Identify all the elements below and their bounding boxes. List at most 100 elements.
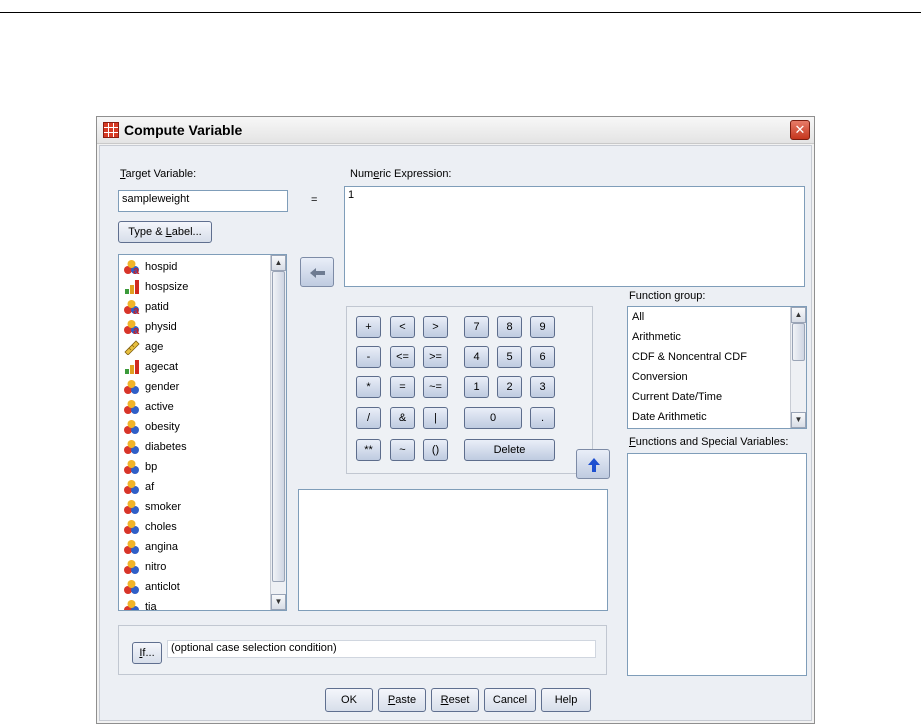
function-group-item[interactable]: Current Date/Time <box>632 391 722 403</box>
variable-list[interactable]: a hospid hospsize a patid a physid age agecat gen… <box>118 254 287 611</box>
numeric-expression-label: Numeric Expression: <box>350 168 452 180</box>
nominal-icon <box>123 379 141 395</box>
variable-item[interactable]: af <box>123 477 154 497</box>
title-bar: Compute Variable ✕ <box>97 117 814 144</box>
variable-item[interactable]: a hospid <box>123 257 177 277</box>
keypad-key[interactable]: < <box>390 316 415 338</box>
function-group-label: Function group: <box>629 290 706 302</box>
variable-item[interactable]: smoker <box>123 497 181 517</box>
variable-item[interactable]: agecat <box>123 357 178 377</box>
function-group-scrollbar[interactable]: ▲ ▼ <box>790 307 806 428</box>
nominal-string-icon: a <box>123 319 141 337</box>
keypad-key[interactable]: ** <box>356 439 381 461</box>
variable-item[interactable]: tia <box>123 597 157 610</box>
if-condition-text: (optional case selection condition) <box>167 640 596 658</box>
help-button[interactable]: Help <box>541 688 591 712</box>
if-button[interactable]: If... <box>132 642 162 664</box>
variable-name: agecat <box>145 361 179 373</box>
variable-item[interactable]: choles <box>123 517 177 537</box>
nominal-icon <box>123 499 141 515</box>
keypad-key[interactable]: 6 <box>530 346 555 368</box>
keypad-key[interactable]: | <box>423 407 448 429</box>
keypad-key[interactable]: ~= <box>423 376 448 398</box>
numeric-expression-input[interactable]: 1 <box>344 186 805 287</box>
nominal-icon <box>123 479 141 495</box>
keypad-key[interactable]: + <box>356 316 381 338</box>
variable-item[interactable]: a patid <box>123 297 169 317</box>
variable-item[interactable]: gender <box>123 377 179 397</box>
keypad-key[interactable]: 2 <box>497 376 522 398</box>
reset-button[interactable]: Reset <box>431 688 479 712</box>
insert-function-button[interactable] <box>576 449 610 479</box>
keypad-key[interactable]: > <box>423 316 448 338</box>
variable-item[interactable]: obesity <box>123 417 180 437</box>
variable-item[interactable]: a physid <box>123 317 177 337</box>
variable-name: hospsize <box>145 281 189 293</box>
function-group-item[interactable]: All <box>632 311 644 323</box>
variable-list-scrollbar[interactable]: ▲ ▼ <box>270 255 286 610</box>
keypad-key[interactable]: >= <box>423 346 448 368</box>
keypad-key[interactable]: 8 <box>497 316 522 338</box>
variable-name: hospid <box>145 261 178 273</box>
nominal-icon <box>123 559 141 575</box>
keypad-key[interactable]: * <box>356 376 381 398</box>
variable-item[interactable]: active <box>123 397 174 417</box>
nominal-icon <box>123 579 141 595</box>
dialog-body: Target Variable: sampleweight = Type & L… <box>99 145 812 721</box>
close-button[interactable]: ✕ <box>790 120 810 140</box>
variable-item[interactable]: diabetes <box>123 437 187 457</box>
variable-item[interactable]: angina <box>123 537 178 557</box>
equals-sign: = <box>311 194 318 206</box>
type-label-button[interactable]: Type & Label... <box>118 221 212 243</box>
function-group-item[interactable]: Conversion <box>632 371 688 383</box>
variable-name: gender <box>145 381 180 393</box>
variable-item[interactable]: anticlot <box>123 577 180 597</box>
scroll-thumb[interactable] <box>272 271 285 582</box>
nominal-string-icon: a <box>123 259 141 277</box>
scroll-up-arrow-icon[interactable]: ▲ <box>791 307 806 323</box>
variable-item[interactable]: hospsize <box>123 277 188 297</box>
function-group-item[interactable]: Arithmetic <box>632 331 681 343</box>
keypad-key[interactable]: 1 <box>464 376 489 398</box>
move-to-expression-button[interactable] <box>300 257 334 287</box>
variable-item[interactable]: bp <box>123 457 157 477</box>
keypad-key[interactable]: 7 <box>464 316 489 338</box>
scroll-up-arrow-icon[interactable]: ▲ <box>271 255 286 271</box>
ordinal-icon <box>123 279 141 295</box>
scroll-down-arrow-icon[interactable]: ▼ <box>791 412 806 428</box>
keypad-key[interactable]: 9 <box>530 316 555 338</box>
keypad-key[interactable]: 0 <box>464 407 522 429</box>
keypad-key[interactable]: () <box>423 439 448 461</box>
function-group-item[interactable]: Date Arithmetic <box>632 411 707 423</box>
keypad-key[interactable]: 3 <box>530 376 555 398</box>
keypad-key[interactable]: . <box>530 407 555 429</box>
nominal-string-icon: a <box>123 299 141 317</box>
keypad-key[interactable]: = <box>390 376 415 398</box>
variable-item[interactable]: age <box>123 337 163 357</box>
keypad-key[interactable]: <= <box>390 346 415 368</box>
keypad-key[interactable]: / <box>356 407 381 429</box>
target-variable-input[interactable]: sampleweight <box>118 190 288 212</box>
variable-item[interactable]: nitro <box>123 557 166 577</box>
keypad-key[interactable]: 5 <box>497 346 522 368</box>
nominal-icon <box>123 599 141 610</box>
ok-button[interactable]: OK <box>325 688 373 712</box>
function-group-item[interactable]: CDF & Noncentral CDF <box>632 351 747 363</box>
keypad-key[interactable]: & <box>390 407 415 429</box>
functions-special-label: Functions and Special Variables: <box>629 436 789 448</box>
variable-name: anticlot <box>145 581 180 593</box>
keypad-key[interactable]: Delete <box>464 439 555 461</box>
function-group-list[interactable]: All Arithmetic CDF & Noncentral CDF Convers… <box>627 306 807 429</box>
keypad-key[interactable]: 4 <box>464 346 489 368</box>
keypad-key[interactable]: ~ <box>390 439 415 461</box>
paste-button[interactable]: Paste <box>378 688 426 712</box>
scroll-down-arrow-icon[interactable]: ▼ <box>271 594 286 610</box>
scroll-thumb[interactable] <box>792 323 805 361</box>
cancel-button[interactable]: Cancel <box>484 688 536 712</box>
spss-data-icon <box>103 122 119 138</box>
functions-special-list[interactable] <box>627 453 807 676</box>
variable-name: active <box>145 401 174 413</box>
nominal-icon <box>123 539 141 555</box>
variable-name: smoker <box>145 501 182 513</box>
keypad-key[interactable]: - <box>356 346 381 368</box>
